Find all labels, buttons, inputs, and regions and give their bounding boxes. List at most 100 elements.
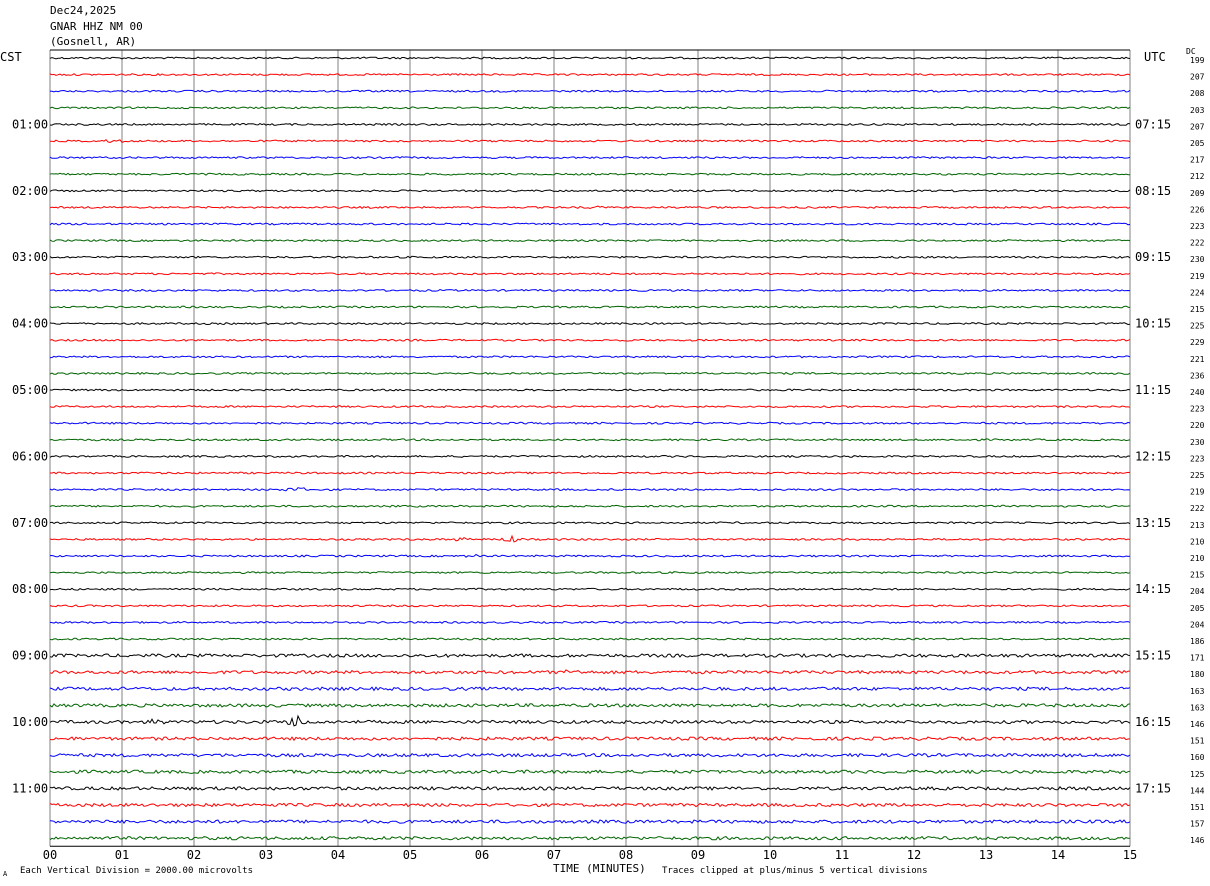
seismic-trace-45	[49, 785, 1131, 791]
x-tick-label: 10	[763, 848, 777, 862]
dc-offset-label: 204	[1190, 587, 1205, 596]
dc-offset-label: 236	[1190, 371, 1205, 380]
seismic-trace-4	[49, 106, 1131, 110]
x-tick-label: 12	[907, 848, 921, 862]
x-tick-label: 04	[331, 848, 345, 862]
left-hour-label: 03:00	[12, 250, 48, 264]
seismic-trace-37	[49, 653, 1131, 658]
left-hour-label: 11:00	[12, 781, 48, 795]
dc-offset-label: 146	[1190, 720, 1205, 729]
seismic-trace-42	[49, 736, 1131, 742]
dc-offset-label: 203	[1190, 106, 1205, 115]
x-tick-label: 01	[115, 848, 129, 862]
left-hour-label: 05:00	[12, 383, 48, 397]
seismic-trace-20	[49, 371, 1131, 375]
dc-offset-label: 215	[1190, 305, 1205, 314]
dc-offset-label: 209	[1190, 189, 1205, 198]
dc-offset-label: 222	[1190, 504, 1205, 513]
left-hour-label: 04:00	[12, 317, 48, 331]
seismic-trace-40	[49, 702, 1131, 708]
seismic-trace-6	[49, 139, 1131, 144]
seismic-trace-19	[49, 355, 1131, 359]
x-axis-title: TIME (MINUTES)	[553, 862, 646, 875]
right-hour-label: 13:15	[1135, 516, 1171, 530]
corner-mark: A	[3, 870, 8, 878]
seismic-trace-34	[49, 604, 1131, 608]
dc-offset-label: 163	[1190, 703, 1205, 712]
seismic-trace-38	[49, 669, 1131, 675]
x-tick-label: 11	[835, 848, 849, 862]
dc-offset-label: 215	[1190, 571, 1205, 580]
seismic-trace-11	[49, 222, 1131, 226]
dc-offset-label: 160	[1190, 753, 1205, 762]
dc-offset-label: 225	[1190, 471, 1205, 480]
right-hour-label: 09:15	[1135, 250, 1171, 264]
seismic-trace-44	[49, 769, 1131, 775]
right-hour-label: 17:15	[1135, 781, 1171, 795]
seismic-trace-33	[49, 587, 1131, 591]
dc-offset-label: 219	[1190, 272, 1205, 281]
right-hour-label: 08:15	[1135, 184, 1171, 198]
seismic-trace-17	[49, 322, 1131, 326]
seismic-trace-24	[49, 438, 1131, 442]
seismic-trace-15	[49, 288, 1131, 292]
x-tick-label: 06	[475, 848, 489, 862]
dc-offset-label: 213	[1190, 521, 1205, 530]
left-hour-label: 10:00	[12, 715, 48, 729]
right-hour-label: 14:15	[1135, 582, 1171, 596]
dc-offset-label: 230	[1190, 438, 1205, 447]
seismic-trace-36	[49, 637, 1131, 641]
dc-offset-label: 222	[1190, 239, 1205, 248]
seismic-trace-48	[49, 835, 1131, 841]
dc-offset-label: 224	[1190, 288, 1205, 297]
x-tick-label: 05	[403, 848, 417, 862]
dc-offset-label: 240	[1190, 388, 1205, 397]
right-hour-label: 12:15	[1135, 449, 1171, 463]
dc-offset-label: 204	[1190, 620, 1205, 629]
dc-offset-label: 226	[1190, 205, 1205, 214]
dc-offset-label: 210	[1190, 554, 1205, 563]
right-hour-label: 11:15	[1135, 383, 1171, 397]
seismic-trace-2	[49, 73, 1131, 77]
dc-offset-label: 210	[1190, 537, 1205, 546]
x-tick-label: 03	[259, 848, 273, 862]
dc-offset-label: 125	[1190, 770, 1205, 779]
seismic-trace-32	[49, 571, 1131, 575]
left-hour-label: 02:00	[12, 184, 48, 198]
left-hour-label: 06:00	[12, 449, 48, 463]
dc-offset-label: 186	[1190, 637, 1205, 646]
x-tick-label: 07	[547, 848, 561, 862]
x-tick-label: 14	[1051, 848, 1065, 862]
seismic-trace-28	[49, 504, 1131, 508]
seismic-trace-21	[49, 388, 1131, 392]
seismic-trace-3	[49, 89, 1131, 93]
dc-offset-label: 171	[1190, 654, 1205, 663]
left-hour-label: 01:00	[12, 117, 48, 131]
x-tick-label: 09	[691, 848, 705, 862]
left-hour-label: 08:00	[12, 582, 48, 596]
x-tick-label: 13	[979, 848, 993, 862]
seismic-trace-43	[49, 752, 1131, 758]
dc-offset-label: 205	[1190, 139, 1205, 148]
dc-offset-label: 205	[1190, 604, 1205, 613]
seismic-trace-7	[49, 156, 1131, 160]
right-hour-label: 07:15	[1135, 117, 1171, 131]
dc-offset-label: 225	[1190, 322, 1205, 331]
seismic-trace-22	[49, 405, 1131, 409]
x-tick-label: 08	[619, 848, 633, 862]
seismic-trace-23	[49, 421, 1131, 425]
dc-offset-label: 219	[1190, 488, 1205, 497]
dc-offset-label: 146	[1190, 836, 1205, 845]
dc-offset-label: 207	[1190, 122, 1205, 131]
seismic-trace-35	[49, 620, 1131, 624]
seismic-trace-10	[49, 205, 1131, 210]
dc-offset-label: 217	[1190, 156, 1205, 165]
seismic-trace-47	[49, 819, 1131, 824]
right-hour-label: 15:15	[1135, 649, 1171, 663]
right-hour-label: 16:15	[1135, 715, 1171, 729]
seismic-trace-39	[49, 686, 1131, 692]
seismic-trace-27	[49, 487, 1131, 492]
dc-offset-label: 229	[1190, 338, 1205, 347]
dc-offset-label: 223	[1190, 222, 1205, 231]
clipping-note: Traces clipped at plus/minus 5 vertical …	[662, 866, 928, 876]
